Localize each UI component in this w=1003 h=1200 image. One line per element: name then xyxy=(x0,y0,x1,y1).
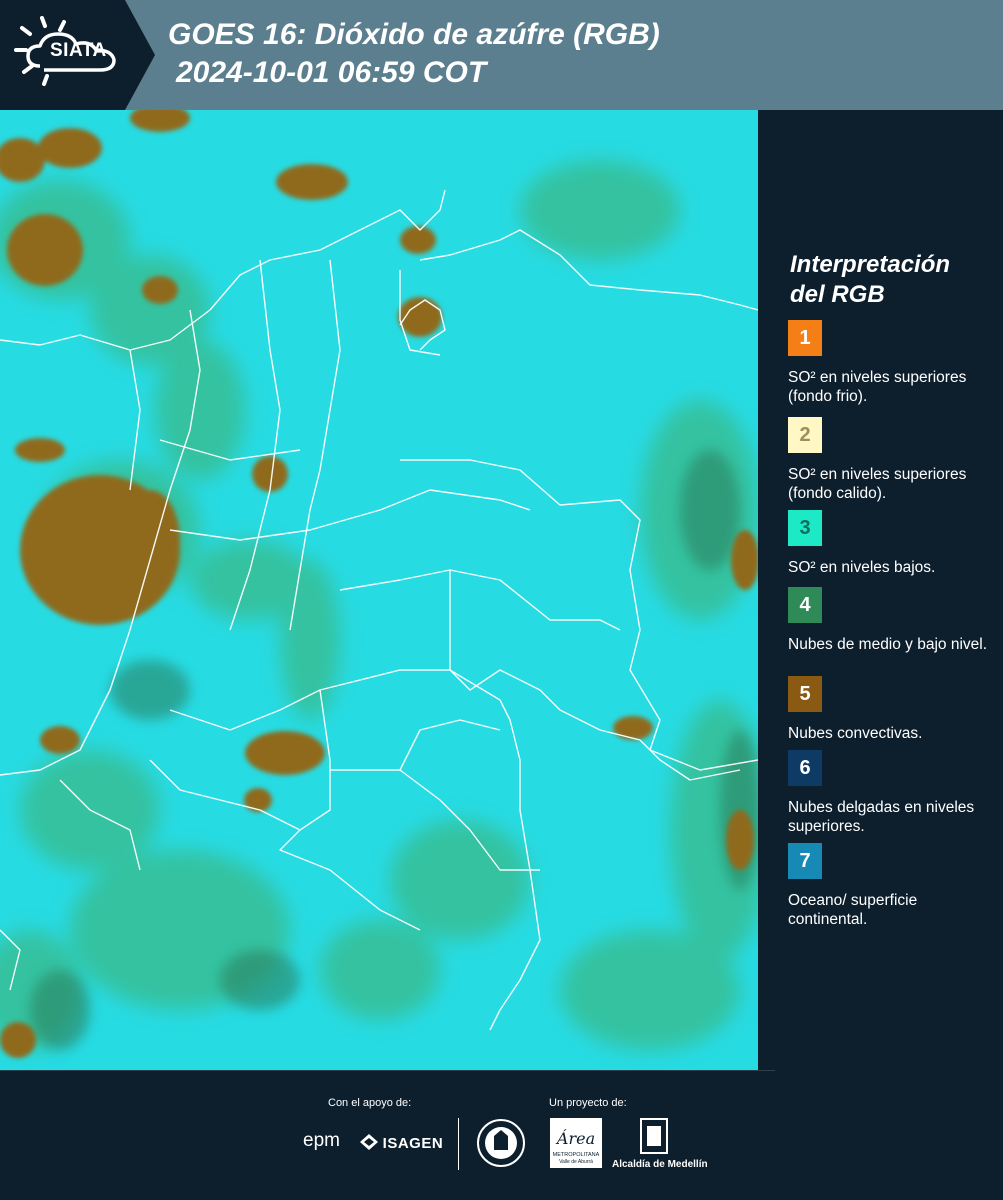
legend-swatch-1: 1 xyxy=(788,320,822,356)
legend-description-3: SO² en niveles bajos. xyxy=(788,559,936,576)
title-line-2: 2024-10-01 06:59 COT xyxy=(176,56,487,89)
legend-item-1: 1 SO² en niveles superiores (fondo frio). xyxy=(788,320,998,406)
legend-swatch-4: 4 xyxy=(788,587,822,623)
legend-description-2: SO² en niveles superiores (fondo calido)… xyxy=(788,466,967,502)
footer: Con el apoyo de: Un proyecto de: epm ISA… xyxy=(0,1070,1003,1200)
legend-description-4: Nubes de medio y bajo nivel. xyxy=(788,636,988,653)
legend-item-5: 5 Nubes convectivas. xyxy=(788,676,998,743)
university-seal-icon xyxy=(477,1119,525,1167)
area-metropolitana-logo: Área METROPOLITANA Valle de Aburrá xyxy=(550,1118,602,1173)
area-text: Área xyxy=(555,1128,595,1148)
legend-item-3: 3 SO² en niveles bajos. xyxy=(788,510,998,577)
legend-swatch-3: 3 xyxy=(788,510,822,546)
legend-item-6: 6 Nubes delgadas en niveles superiores. xyxy=(788,750,998,836)
legend-swatch-2: 2 xyxy=(788,417,822,453)
legend-item-7: 7 Oceano/ superficie continental. xyxy=(788,843,998,929)
legend-panel: Interpretación del RGB 1 SO² en niveles s… xyxy=(760,110,1003,1070)
header-bar: SIATA GOES 16: Dióxido de azúfre (RGB) 2… xyxy=(0,0,1003,110)
legend-title-line-2: del RGB xyxy=(790,281,885,308)
footer-vertical-divider xyxy=(458,1118,459,1170)
isagen-label: ISAGEN xyxy=(382,1135,444,1152)
legend-description-7: Oceano/ superficie continental. xyxy=(788,892,918,928)
satellite-map[interactable] xyxy=(0,110,758,1070)
legend-title: Interpretación del RGB xyxy=(790,250,950,310)
legend-item-4: 4 Nubes de medio y bajo nivel. xyxy=(788,587,998,654)
alcaldia-label: Alcaldía de Medellín xyxy=(612,1159,708,1170)
legend-description-6: Nubes delgadas en niveles superiores. xyxy=(788,799,975,835)
legend-title-line-1: Interpretación xyxy=(790,251,951,278)
isagen-icon xyxy=(360,1134,378,1150)
epm-logo: epm xyxy=(303,1130,340,1151)
legend-swatch-6: 6 xyxy=(788,750,822,786)
support-label: Con el apoyo de: xyxy=(328,1097,412,1109)
isagen-logo: ISAGEN xyxy=(360,1134,443,1152)
legend-swatch-5: 5 xyxy=(788,676,822,712)
legend-description-1: SO² en niveles superiores (fondo frio). xyxy=(788,369,967,405)
area-metropolitana-icon: Área METROPOLITANA Valle de Aburrá xyxy=(550,1118,602,1168)
page-title: GOES 16: Dióxido de azúfre (RGB) 2024-10… xyxy=(168,16,660,92)
area-subtext: METROPOLITANA xyxy=(553,1152,600,1158)
footer-divider xyxy=(0,1070,775,1071)
title-line-1: GOES 16: Dióxido de azúfre (RGB) xyxy=(168,18,660,51)
project-label: Un proyecto de: xyxy=(549,1097,627,1109)
legend-item-2: 2 SO² en niveles superiores (fondo calido… xyxy=(788,417,998,503)
satellite-map-image xyxy=(0,110,758,1070)
area-subtext-2: Valle de Aburrá xyxy=(559,1159,593,1165)
legend-description-5: Nubes convectivas. xyxy=(788,725,923,742)
legend-swatch-7: 7 xyxy=(788,843,822,879)
alcaldia-shield-icon xyxy=(640,1118,668,1154)
siata-logo-text: SIATA xyxy=(50,40,107,61)
